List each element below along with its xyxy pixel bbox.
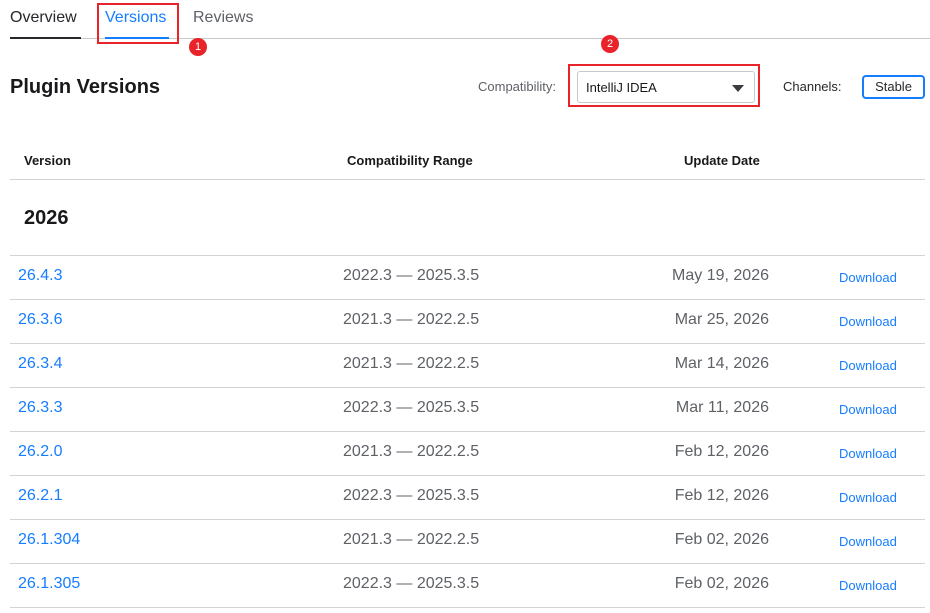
channel-stable-button[interactable]: Stable <box>862 75 925 99</box>
table-row: 26.4.3 2022.3 — 2025.3.5 May 19, 2026 Do… <box>10 255 925 299</box>
update-date: Mar 25, 2026 <box>674 311 769 328</box>
download-link[interactable]: Download <box>839 270 897 285</box>
update-date: Feb 02, 2026 <box>674 575 769 592</box>
compatibility-range: 2022.3 — 2025.3.5 <box>343 487 480 504</box>
tab-reviews[interactable]: Reviews <box>193 8 253 28</box>
annotation-box-compatibility <box>568 64 760 107</box>
update-date: Feb 12, 2026 <box>674 487 769 504</box>
compatibility-label: Compatibility: <box>478 79 557 94</box>
download-link[interactable]: Download <box>839 578 897 593</box>
compatibility-range: 2021.3 — 2022.2.5 <box>343 443 480 460</box>
download-link[interactable]: Download <box>839 534 897 549</box>
table-row: 26.1.305 2022.3 — 2025.3.5 Feb 02, 2026 … <box>10 563 925 607</box>
compatibility-range: 2021.3 — 2022.2.5 <box>343 355 480 372</box>
compatibility-range: 2022.3 — 2025.3.5 <box>343 399 480 416</box>
download-link[interactable]: Download <box>839 446 897 461</box>
table-header-divider <box>10 179 925 180</box>
update-date: May 19, 2026 <box>672 267 769 284</box>
version-link[interactable]: 26.4.3 <box>18 267 62 285</box>
update-date: Feb 02, 2026 <box>674 531 769 548</box>
version-link[interactable]: 26.2.0 <box>18 443 62 461</box>
compatibility-range: 2021.3 — 2022.2.5 <box>343 311 480 328</box>
page-title: Plugin Versions <box>10 76 161 98</box>
compatibility-range: 2021.3 — 2022.2.5 <box>343 531 480 548</box>
version-link[interactable]: 26.3.4 <box>18 355 62 373</box>
annotation-badge-1: 1 <box>189 38 207 56</box>
annotation-box-versions <box>97 3 179 44</box>
tab-overview-underline <box>10 37 81 39</box>
annotation-badge-2: 2 <box>601 35 619 53</box>
table-row: 26.3.4 2021.3 — 2022.2.5 Mar 14, 2026 Do… <box>10 343 925 387</box>
compatibility-range: 2022.3 — 2025.3.5 <box>343 267 480 284</box>
compatibility-range: 2022.3 — 2025.3.5 <box>343 575 480 592</box>
table-row: 26.2.1 2022.3 — 2025.3.5 Feb 12, 2026 Do… <box>10 475 925 519</box>
table-row: 26.1.304 2021.3 — 2022.2.5 Feb 02, 2026 … <box>10 519 925 563</box>
version-link[interactable]: 26.2.1 <box>18 487 62 505</box>
column-header-compatibility-range: Compatibility Range <box>347 153 473 168</box>
column-header-update-date: Update Date <box>684 153 760 168</box>
table-row: 26.3.6 2021.3 — 2022.2.5 Mar 25, 2026 Do… <box>10 299 925 343</box>
update-date: Feb 12, 2026 <box>674 443 769 460</box>
channels-label: Channels: <box>783 79 842 94</box>
table-bottom-divider <box>10 607 925 608</box>
download-link[interactable]: Download <box>839 358 897 373</box>
version-link[interactable]: 26.1.304 <box>18 531 80 549</box>
table-row: 26.3.3 2022.3 — 2025.3.5 Mar 11, 2026 Do… <box>10 387 925 431</box>
download-link[interactable]: Download <box>839 402 897 417</box>
download-link[interactable]: Download <box>839 314 897 329</box>
download-link[interactable]: Download <box>839 490 897 505</box>
tab-overview[interactable]: Overview <box>10 8 77 28</box>
version-link[interactable]: 26.3.3 <box>18 399 62 417</box>
version-link[interactable]: 26.3.6 <box>18 311 62 329</box>
column-header-version: Version <box>24 153 71 168</box>
year-heading: 2026 <box>24 207 69 229</box>
update-date: Mar 14, 2026 <box>674 355 769 372</box>
update-date: Mar 11, 2026 <box>675 399 769 416</box>
version-link[interactable]: 26.1.305 <box>18 575 80 593</box>
table-row: 26.2.0 2021.3 — 2022.2.5 Feb 12, 2026 Do… <box>10 431 925 475</box>
